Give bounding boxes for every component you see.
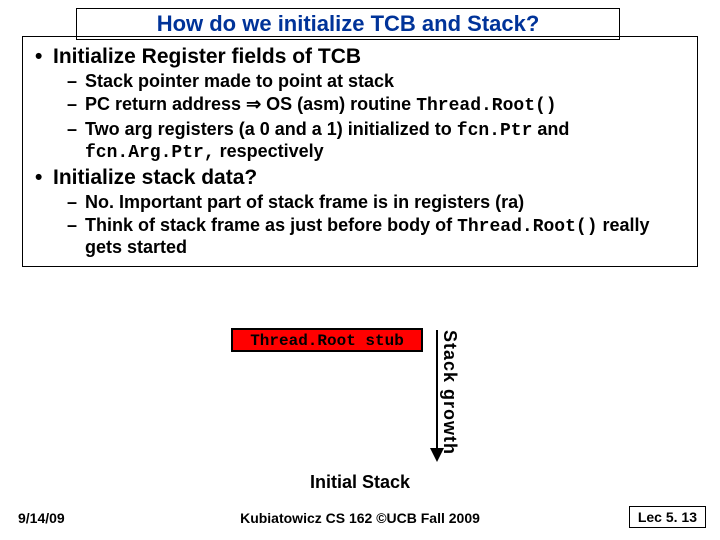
stack-diagram: Thread.Root stub Stack growth — [0, 328, 720, 478]
bullet-level2: PC return address ⇒ OS (asm) routine Thr… — [33, 94, 687, 117]
stack-growth-label: Stack growth — [438, 330, 460, 455]
thread-root-stub-box: Thread.Root stub — [231, 328, 423, 352]
text: PC return address — [85, 94, 246, 114]
code-text: Thread.Root() — [416, 96, 556, 116]
arrow-icon: ⇒ — [246, 94, 261, 114]
code-text: fcn.Arg.Ptr, — [85, 143, 215, 163]
code-text: Thread.Root() — [457, 217, 597, 237]
footer-slide-number: Lec 5. 13 — [629, 506, 706, 528]
bullet-level1: Initialize Register fields of TCB — [33, 45, 687, 69]
bullet-level2: Stack pointer made to point at stack — [33, 71, 687, 92]
bullet-level1: Initialize stack data? — [33, 166, 687, 190]
content-box: Initialize Register fields of TCB Stack … — [22, 36, 698, 267]
text: Two arg registers (a 0 and a 1) initiali… — [85, 119, 457, 139]
text: respectively — [215, 141, 324, 161]
footer-course: Kubiatowicz CS 162 ©UCB Fall 2009 — [0, 510, 720, 526]
slide: How do we initialize TCB and Stack? Init… — [0, 0, 720, 540]
bullet-level2: No. Important part of stack frame is in … — [33, 192, 687, 213]
text: Think of stack frame as just before body… — [85, 215, 457, 235]
code-text: fcn.Ptr — [457, 121, 533, 141]
text: and — [532, 119, 569, 139]
initial-stack-caption: Initial Stack — [0, 472, 720, 493]
footer: 9/14/09 Kubiatowicz CS 162 ©UCB Fall 200… — [0, 510, 720, 534]
text: OS (asm) routine — [261, 94, 416, 114]
bullet-level2: Two arg registers (a 0 and a 1) initiali… — [33, 119, 687, 164]
bullet-level2: Think of stack frame as just before body… — [33, 215, 687, 258]
